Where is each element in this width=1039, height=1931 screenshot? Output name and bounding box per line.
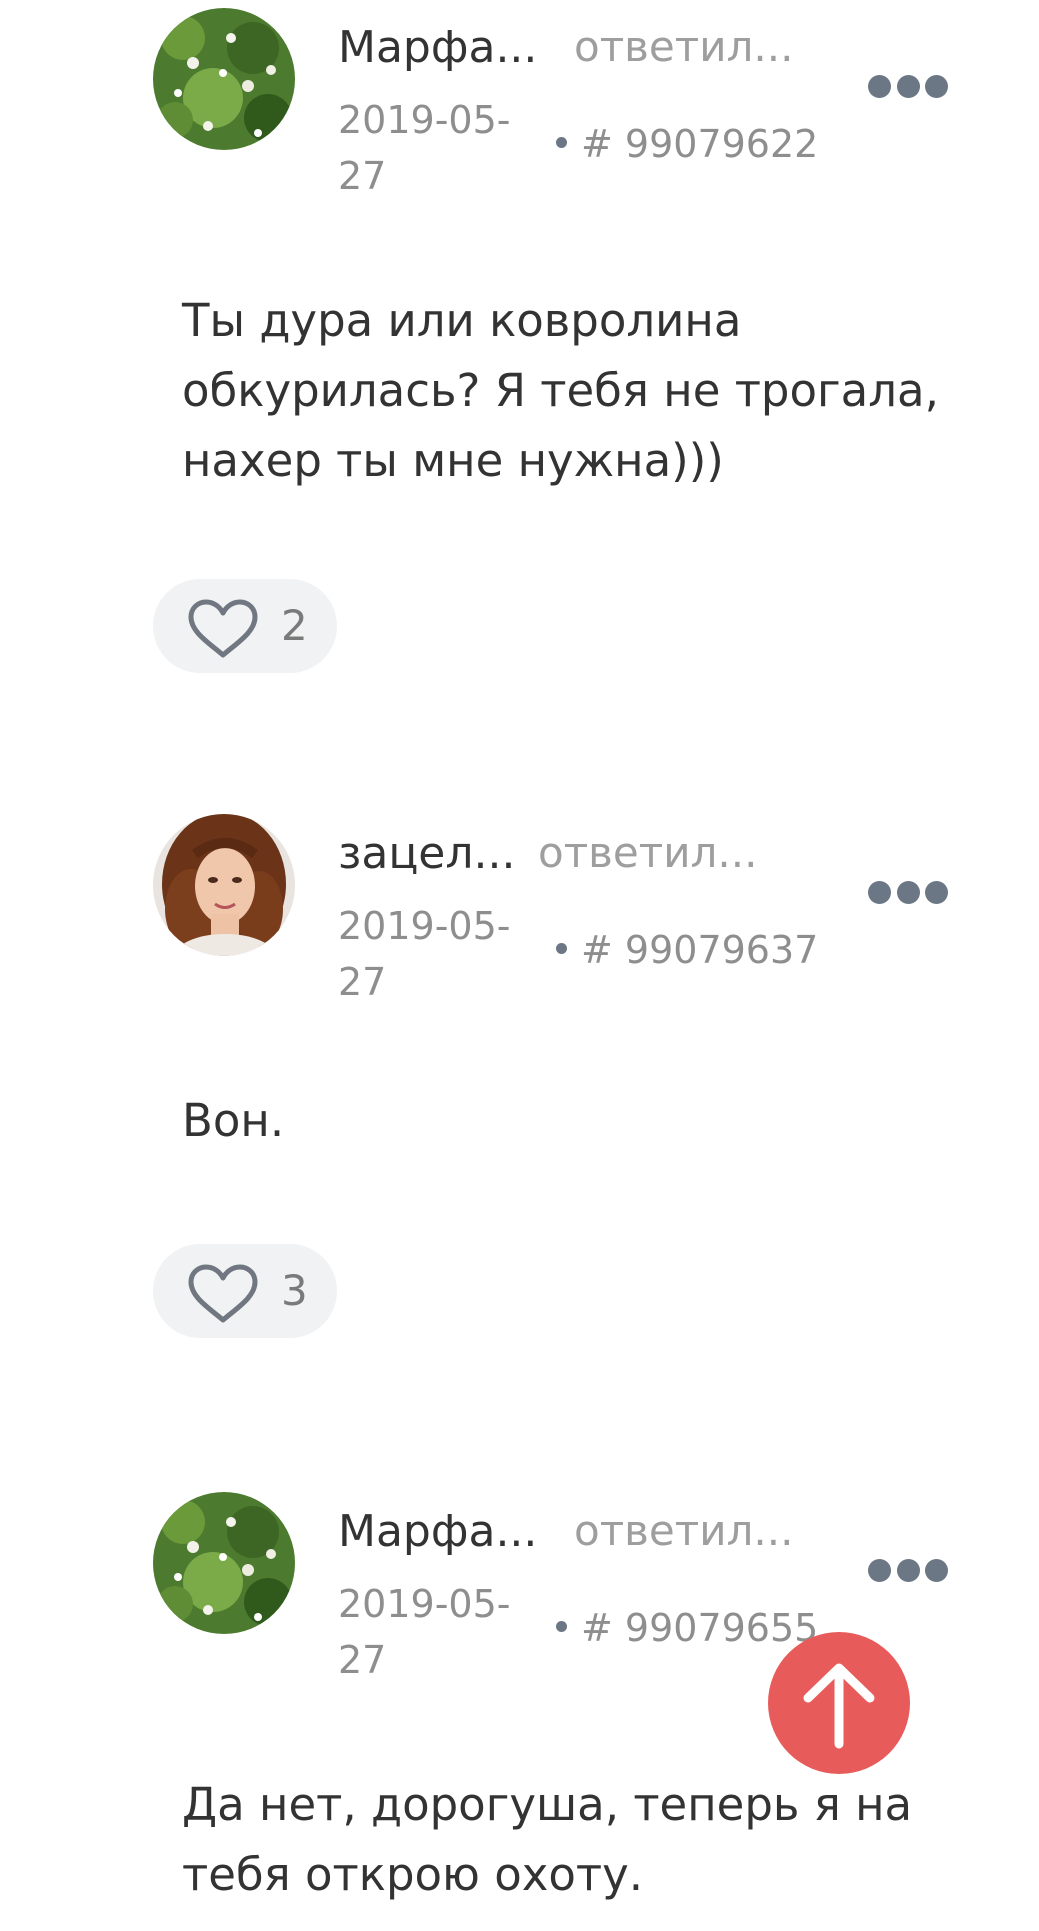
replied-label[interactable]: ответил... xyxy=(574,22,793,71)
arrow-up-icon xyxy=(803,1663,875,1749)
comment-date: 2019-05-27 xyxy=(338,98,511,198)
comment-date: 2019-05-27 xyxy=(338,904,511,1004)
like-button[interactable]: 3 xyxy=(153,1244,337,1338)
comment-id[interactable]: # 99079637 xyxy=(556,928,818,972)
bullet-dot xyxy=(556,1621,567,1632)
avatar[interactable] xyxy=(153,8,295,150)
more-dots-icon[interactable] xyxy=(868,74,948,98)
avatar[interactable] xyxy=(153,814,295,956)
bullet-dot xyxy=(556,137,567,148)
comment-id-text: # 99079622 xyxy=(581,122,819,166)
comment-item: зацел... ответил... 2019-05-27 # 9907963… xyxy=(0,814,1039,1354)
like-count: 2 xyxy=(281,601,308,650)
comment-text: Да нет, дорогуша, теперь я на тебя откро… xyxy=(182,1778,913,1901)
more-dots-icon[interactable] xyxy=(868,880,948,904)
author-name[interactable]: зацел... xyxy=(338,828,515,879)
comment-text: Ты дура или ковролина обкурилась? Я тебя… xyxy=(182,294,939,487)
replied-label[interactable]: ответил... xyxy=(538,828,757,877)
comment-id[interactable]: # 99079622 xyxy=(556,122,818,166)
author-name[interactable]: Марфа... xyxy=(338,1506,537,1557)
like-count: 3 xyxy=(281,1266,308,1315)
like-button[interactable]: 2 xyxy=(153,579,337,673)
replied-label[interactable]: ответил... xyxy=(574,1506,793,1555)
comment-item: Марфа... ответил... 2019-05-27 # 9907962… xyxy=(0,8,1039,678)
heart-icon xyxy=(188,1264,258,1323)
avatar[interactable] xyxy=(153,1492,295,1634)
more-dots-icon[interactable] xyxy=(868,1558,948,1582)
heart-icon xyxy=(188,599,258,658)
scroll-to-top-button[interactable] xyxy=(768,1632,910,1774)
bullet-dot xyxy=(556,943,567,954)
author-name[interactable]: Марфа... xyxy=(338,22,537,73)
comment-text: Вон. xyxy=(182,1094,285,1147)
comment-id-text: # 99079637 xyxy=(581,928,819,972)
comment-date: 2019-05-27 xyxy=(338,1582,511,1682)
